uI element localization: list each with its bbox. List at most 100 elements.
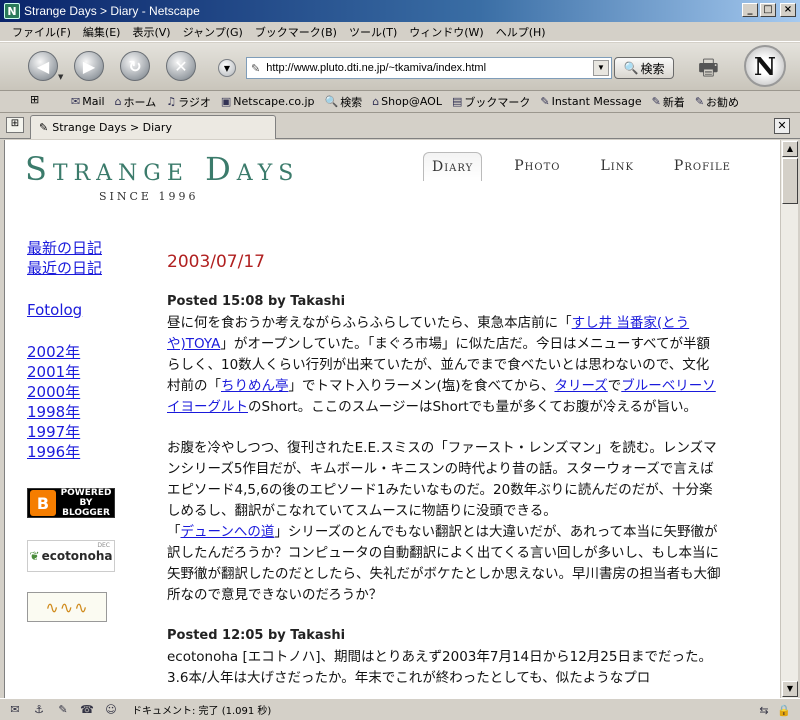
link-year-1998[interactable]: 1998年 [27, 402, 137, 422]
page-viewport: Strange Days SINCE 1996 Diary Photo Link… [4, 140, 780, 698]
bookmark-recommended[interactable]: ✎ お勧め [692, 94, 742, 110]
security-lock-icon[interactable]: 🔒 [776, 702, 792, 718]
bookmark-label: Instant Message [551, 95, 642, 108]
post-header: Posted 12:05 by Takashi [167, 628, 346, 643]
menu-bar: ファイル(F) 編集(E) 表示(V) ジャンプ(G) ブックマーク(B) ツー… [0, 22, 800, 42]
url-dropdown-icon[interactable]: ▼ [593, 60, 609, 76]
stop-button[interactable]: ✕ [166, 51, 196, 81]
menu-view[interactable]: 表示(V) [126, 24, 176, 40]
nav-diary[interactable]: Diary [423, 152, 483, 181]
tab-strange-days-diary[interactable]: ✎ Strange Days > Diary [30, 115, 276, 139]
link-fotolog[interactable]: Fotolog [27, 300, 137, 320]
bookmark-search[interactable]: 🔍 検索 [321, 94, 365, 110]
badge-line2: BLOGGER [62, 508, 110, 518]
menu-go[interactable]: ジャンプ(G) [177, 24, 249, 40]
bookmark-label: 検索 [340, 95, 363, 109]
decorative-badge[interactable]: ∿∿∿ [27, 592, 107, 622]
link-latest-diary[interactable]: 最新の日記 [27, 238, 137, 258]
bookmark-label: ホーム [123, 95, 157, 109]
forward-arrow-icon: ▶ [82, 56, 96, 76]
link-year-1997[interactable]: 1997年 [27, 422, 137, 442]
reload-button[interactable]: ↻ [120, 51, 150, 81]
im-icon[interactable]: ☺ [102, 702, 120, 718]
my-icon: ▣ [220, 95, 232, 108]
bookmark-label: ブックマーク [464, 95, 531, 109]
link-year-2002[interactable]: 2002年 [27, 342, 137, 362]
bookmark-new[interactable]: ✎ 新着 [649, 94, 688, 110]
print-icon[interactable]: 🖶 [698, 51, 726, 81]
back-history-dropdown-icon[interactable]: ▼ [58, 73, 68, 81]
bookmark-radio[interactable]: ♫ ラジオ [163, 94, 214, 110]
bookmark-label: Netscape.co.jp [233, 95, 315, 108]
bookmark-instant-message[interactable]: ✎ Instant Message [537, 95, 644, 108]
toolbar-tab-icon[interactable]: ⊞ [30, 93, 54, 111]
link-year-1996[interactable]: 1996年 [27, 442, 137, 462]
minimize-button[interactable]: _ [742, 3, 758, 17]
scroll-up-button[interactable]: ▲ [782, 141, 798, 157]
maximize-button[interactable]: □ [760, 3, 776, 17]
folder-icon: ▤ [451, 95, 463, 108]
scroll-thumb[interactable] [782, 158, 798, 204]
bookmark-netscape[interactable]: ▣ Netscape.co.jp [218, 95, 318, 108]
link-icon: ✎ [651, 95, 661, 108]
decorative-dots-icon: ∿∿∿ [45, 597, 89, 617]
close-button[interactable]: × [780, 3, 796, 17]
url-input[interactable]: ✎ http://www.pluto.dti.ne.jp/~tkamiva/in… [246, 57, 612, 79]
nav-profile[interactable]: Profile [666, 152, 739, 181]
bookmark-shop[interactable]: ⌂ Shop@AOL [369, 95, 445, 108]
navigator-icon[interactable]: ⚓ [30, 702, 48, 718]
post-paragraph: ecotonoha [エコトノハ]、期間はとりあえず2003年7月14日から12… [167, 649, 712, 686]
link-road-to-dune[interactable]: デューンへの道 [181, 524, 275, 540]
composer-icon[interactable]: ✎ [54, 702, 72, 718]
post-header: Posted 15:08 by Takashi [167, 294, 346, 309]
link-year-2000[interactable]: 2000年 [27, 382, 137, 402]
connection-icon: ⇆ [759, 703, 769, 717]
blogger-badge[interactable]: B POWERED BY BLOGGER [27, 488, 115, 518]
bookmark-mail[interactable]: ✉ Mail [68, 95, 108, 108]
menu-window[interactable]: ウィンドウ(W) [403, 24, 489, 40]
status-bar: ✉ ⚓ ✎ ☎ ☺ ドキュメント: 完了 (1.091 秒) ⇆ 🔒 [0, 698, 800, 720]
status-icons: ⇆ 🔒 [756, 702, 792, 718]
post-entry: Posted 12:05 by Takashi ecotonoha [エコトノハ… [167, 628, 727, 689]
menu-tools[interactable]: ツール(T) [343, 24, 403, 40]
site-logo[interactable]: Strange Days [25, 150, 299, 188]
search-icon: 🔍 [324, 95, 339, 108]
link-icon: ✎ [694, 95, 705, 108]
tab-bar: ⊞ ✎ Strange Days > Diary ✕ [0, 113, 800, 139]
close-tab-button[interactable]: ✕ [774, 118, 790, 134]
personal-toolbar: ⊞ ✉ Mail ⌂ ホーム ♫ ラジオ ▣ Netscape.co.jp 🔍 検索 ⌂ S… [0, 91, 800, 113]
nav-photo[interactable]: Photo [506, 152, 568, 181]
forward-button[interactable]: ▶ [74, 51, 104, 81]
link-chirimen-tei[interactable]: ちりめん亭 [221, 378, 289, 394]
reload-icon: ↻ [128, 56, 142, 76]
menu-edit[interactable]: 編集(E) [77, 24, 127, 40]
stop-icon: ✕ [174, 56, 188, 76]
link-tullys[interactable]: タリーズ [554, 378, 607, 394]
ecotonoha-badge[interactable]: ❦ ecotonoha DEC [27, 540, 115, 572]
link-recent-diary[interactable]: 最近の日記 [27, 258, 137, 278]
menu-file[interactable]: ファイル(F) [6, 24, 77, 40]
menu-bookmarks[interactable]: ブックマーク(B) [249, 24, 343, 40]
mail-icon[interactable]: ✉ [6, 702, 24, 718]
vertical-scrollbar[interactable]: ▲ ▼ [780, 140, 798, 698]
bookmark-bookmarks[interactable]: ▤ ブックマーク [449, 94, 533, 110]
search-button[interactable]: 🔍 検索 [614, 57, 674, 79]
netscape-throbber-logo[interactable]: N [744, 45, 786, 87]
nav-link[interactable]: Link [592, 152, 641, 181]
scroll-down-button[interactable]: ▼ [782, 681, 798, 697]
bookmark-home[interactable]: ⌂ ホーム [112, 94, 160, 110]
back-arrow-icon: ◀ [36, 56, 50, 76]
menu-help[interactable]: ヘルプ(H) [490, 24, 552, 40]
window-title: Strange Days > Diary - Netscape [24, 4, 200, 18]
bookmark-label: Shop@AOL [381, 95, 442, 108]
address-book-icon[interactable]: ☎ [78, 702, 96, 718]
link-year-2001[interactable]: 2001年 [27, 362, 137, 382]
blogger-logo-icon: B [30, 490, 56, 516]
new-tab-icon[interactable]: ⊞ [6, 117, 24, 133]
home-icon: ⌂ [114, 95, 122, 108]
search-icon: 🔍 [623, 61, 639, 75]
url-history-button[interactable]: ▼ [218, 59, 236, 77]
back-button[interactable]: ◀ [28, 51, 58, 81]
